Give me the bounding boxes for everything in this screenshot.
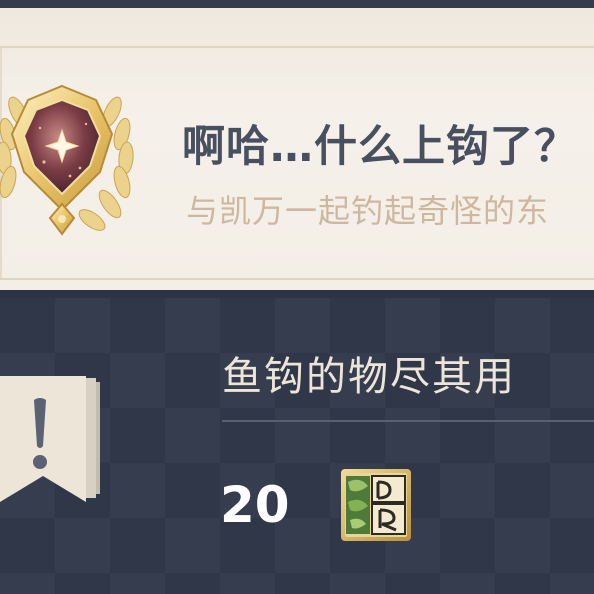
divider — [222, 420, 594, 422]
exclamation-banner-icon — [0, 376, 100, 502]
quest-screen: 啊哈…什么上钩了？ 与凯万一起钓起奇怪的东 鱼钩的物尽其用 20 — [0, 0, 594, 594]
achievement-card[interactable]: 啊哈…什么上钩了？ 与凯万一起钓起奇怪的东 — [0, 8, 594, 290]
star-medal-icon — [0, 84, 134, 236]
task-panel: 鱼钩的物尽其用 20 — [0, 298, 594, 594]
card-border-top — [0, 46, 594, 48]
task-title: 鱼钩的物尽其用 — [222, 354, 516, 400]
card-border-bottom — [0, 278, 594, 280]
top-strip — [0, 0, 594, 8]
achievement-title: 啊哈…什么上钩了？ — [182, 122, 578, 172]
cube-item-icon[interactable] — [340, 468, 412, 542]
reward-count: 20 — [220, 476, 290, 534]
achievement-description: 与凯万一起钓起奇怪的东 — [186, 192, 550, 230]
